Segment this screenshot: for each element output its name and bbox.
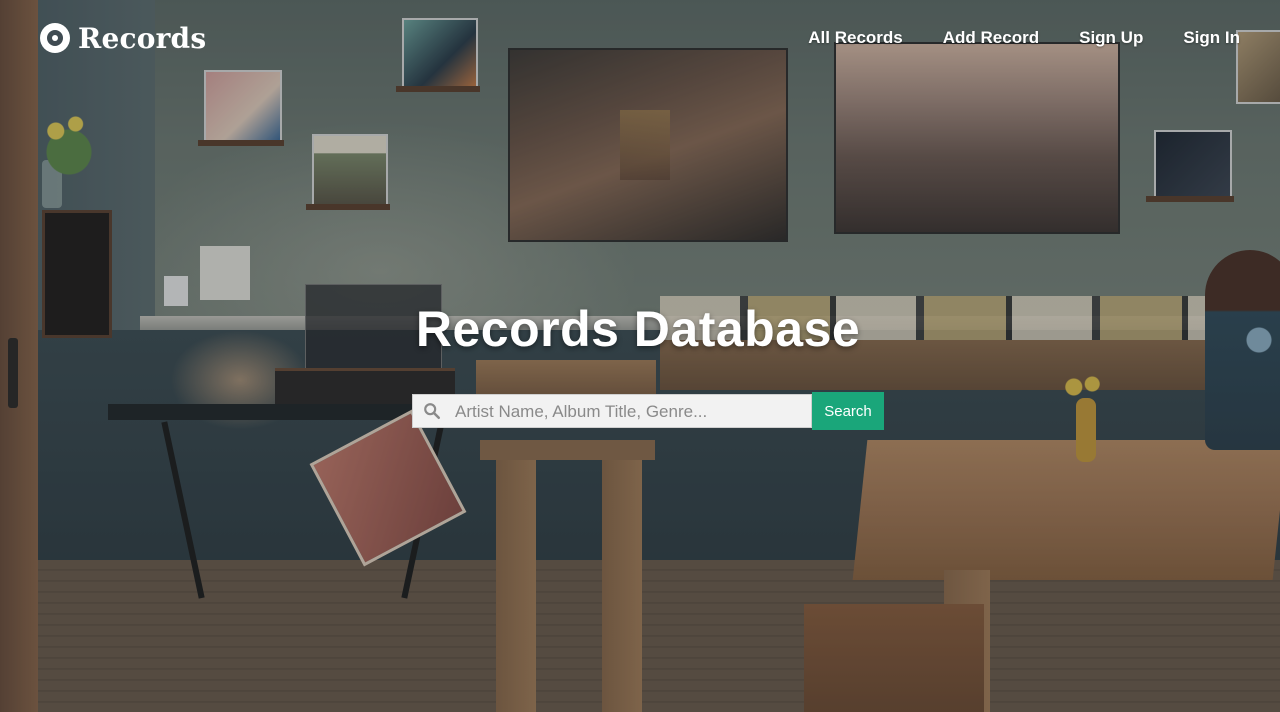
brand-logo-link[interactable]: Records [40, 22, 206, 55]
search-form: Search [412, 392, 884, 430]
nav-add-record[interactable]: Add Record [943, 28, 1039, 48]
hero: Records Database Search [0, 300, 1280, 430]
search-button[interactable]: Search [812, 392, 884, 430]
nav-links: All Records Add Record Sign Up Sign In [808, 28, 1240, 48]
nav-sign-in[interactable]: Sign In [1183, 28, 1240, 48]
navbar: Records All Records Add Record Sign Up S… [0, 0, 1280, 76]
brand-name: Records [78, 21, 207, 55]
nav-all-records[interactable]: All Records [808, 28, 902, 48]
search-input[interactable] [453, 395, 809, 429]
nav-sign-up[interactable]: Sign Up [1079, 28, 1143, 48]
page-title: Records Database [415, 301, 861, 357]
search-box [412, 394, 812, 429]
search-icon [424, 403, 441, 420]
vinyl-record-icon [40, 23, 70, 53]
